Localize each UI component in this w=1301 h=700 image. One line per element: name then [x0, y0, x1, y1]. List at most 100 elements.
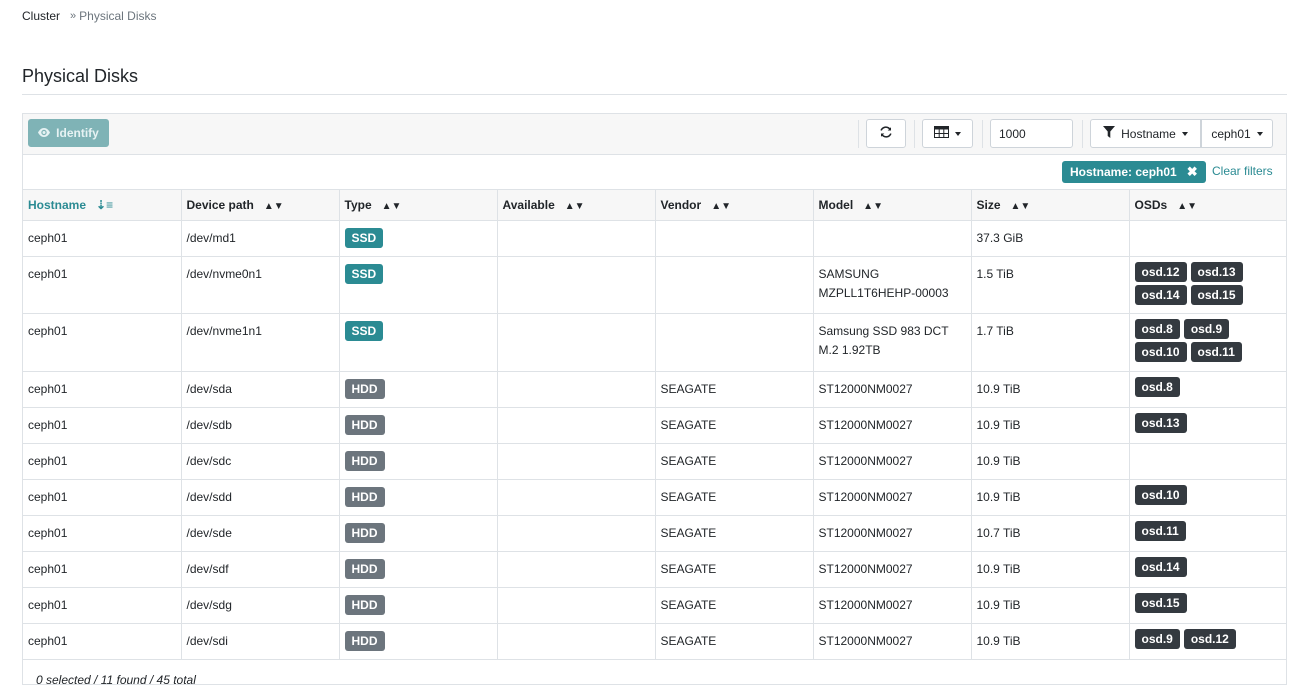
identify-button[interactable]: Identify — [28, 119, 109, 147]
disk-type-badge: SSD — [344, 227, 384, 248]
table-row[interactable]: ceph01/dev/sdg HDD SEAGATE ST12000NM0027 10.… — [23, 587, 1286, 624]
breadcrumb-cluster-link[interactable]: Cluster — [22, 9, 60, 23]
cell-size-text: 1.7 TiB — [976, 323, 1014, 338]
column-selector-dropdown[interactable] — [922, 119, 973, 148]
osd-badge: osd.13 — [1190, 261, 1243, 282]
eye-icon — [38, 126, 51, 140]
cell-hostname-text: ceph01 — [28, 597, 68, 612]
cell-model-text: SAMSUNG MZPLL1T6HEHP-00003 — [818, 266, 949, 300]
cell-osds: osd.9 osd.12 — [1129, 623, 1286, 660]
osd-badge: osd.8 — [1134, 318, 1180, 339]
disk-type-badge: HDD — [344, 630, 385, 651]
cell-size: 10.9 TiB — [971, 551, 1130, 588]
cell-hostname: ceph01 — [23, 515, 182, 552]
cell-osds: osd.12 osd.13 osd.14 osd.15 — [1129, 256, 1286, 314]
breadcrumb: Cluster » Physical Disks — [22, 9, 157, 23]
filter-value-dropdown[interactable]: ceph01 — [1201, 119, 1273, 148]
cell-device-path-text: /dev/nvme1n1 — [186, 323, 262, 338]
cell-hostname: ceph01 — [23, 479, 182, 516]
cell-model-text: ST12000NM0027 — [818, 525, 913, 540]
active-filter-chip[interactable]: Hostname: ceph01 ✖ — [1062, 161, 1206, 183]
cell-device-path-text: /dev/md1 — [186, 230, 236, 245]
cell-type: HDD — [339, 407, 498, 444]
cell-model: ST12000NM0027 — [813, 623, 972, 660]
table-row[interactable]: ceph01/dev/sdf HDD SEAGATE ST12000NM0027 10.… — [23, 551, 1286, 588]
cell-hostname-text: ceph01 — [28, 266, 68, 281]
cell-size-text: 10.9 TiB — [976, 561, 1021, 576]
cell-hostname-text: ceph01 — [28, 230, 68, 245]
table-row[interactable]: ceph01/dev/sdd HDD SEAGATE ST12000NM0027 10.… — [23, 479, 1286, 516]
osd-badge-list: osd.11 — [1134, 520, 1255, 541]
identify-label: Identify — [56, 126, 99, 140]
page-limit-input[interactable] — [990, 119, 1073, 148]
column-header-size[interactable]: Size ▲▼ — [971, 190, 1130, 221]
cell-available — [497, 371, 656, 408]
cell-type: HDD — [339, 371, 498, 408]
column-header-type[interactable]: Type ▲▼ — [339, 190, 498, 221]
cell-device-path: /dev/sdc — [181, 443, 340, 480]
column-header-model[interactable]: Model ▲▼ — [813, 190, 972, 221]
cell-hostname: ceph01 — [23, 313, 182, 372]
cell-device-path-text: /dev/sdf — [186, 561, 229, 576]
cell-hostname-text: ceph01 — [28, 323, 68, 338]
table-row[interactable]: ceph01/dev/sdi HDD SEAGATE ST12000NM0027 10.… — [23, 623, 1286, 660]
cell-size-text: 1.5 TiB — [976, 266, 1014, 281]
toolbar-divider — [982, 120, 983, 148]
cell-model-text: Samsung SSD 983 DCT M.2 1.92TB — [818, 323, 949, 357]
cell-model-text: ST12000NM0027 — [818, 597, 913, 612]
disk-type-badge: SSD — [344, 320, 384, 341]
table-row[interactable]: ceph01/dev/md1 SSD 37.3 GiB — [23, 220, 1286, 257]
cell-size-text: 10.7 TiB — [976, 525, 1021, 540]
cell-vendor-text: SEAGATE — [660, 525, 717, 540]
osd-badge-list: osd.10 — [1134, 484, 1255, 505]
cell-size: 10.9 TiB — [971, 587, 1130, 624]
column-header-osds[interactable]: OSDs ▲▼ — [1129, 190, 1286, 221]
cell-vendor-text: SEAGATE — [660, 381, 717, 396]
cell-size-text: 10.9 TiB — [976, 453, 1021, 468]
remove-filter-icon[interactable]: ✖ — [1187, 164, 1198, 180]
cell-hostname: ceph01 — [23, 587, 182, 624]
cell-vendor-text: SEAGATE — [660, 633, 717, 648]
column-header-vendor[interactable]: Vendor ▲▼ — [655, 190, 814, 221]
filter-value-label: ceph01 — [1211, 126, 1251, 141]
table-row[interactable]: ceph01/dev/sdb HDD SEAGATE ST12000NM0027 10.… — [23, 407, 1286, 444]
cell-vendor — [655, 256, 814, 314]
cell-osds: osd.14 — [1129, 551, 1286, 588]
cell-vendor-text: SEAGATE — [660, 597, 717, 612]
cell-osds: osd.8 osd.9 osd.10 osd.11 — [1129, 313, 1286, 372]
cell-size-text: 10.9 TiB — [976, 381, 1021, 396]
column-header-label: Device path — [186, 197, 254, 212]
column-header-label: Available — [502, 197, 555, 212]
cell-size: 1.5 TiB — [971, 256, 1130, 314]
osd-badge-list: osd.13 — [1134, 412, 1255, 433]
table-row[interactable]: ceph01/dev/nvme1n1 SSD Samsung SSD 983 DCT… — [23, 313, 1286, 372]
disk-type-badge: HDD — [344, 486, 385, 507]
table-row[interactable]: ceph01/dev/nvme0n1 SSD SAMSUNG MZPLL1T6HEH… — [23, 256, 1286, 314]
filter-field-dropdown[interactable]: Hostname — [1090, 119, 1201, 148]
column-header-hostname[interactable]: Hostname ⇣≡ — [23, 190, 182, 221]
column-header-label: Hostname — [28, 197, 87, 212]
table-row[interactable]: ceph01/dev/sdc HDD SEAGATE ST12000NM0027 10.… — [23, 443, 1286, 480]
chevron-down-icon — [1181, 131, 1188, 136]
disks-table: Hostname ⇣≡ Device path ▲▼ Type ▲▼ Availabl… — [23, 190, 1286, 660]
column-header-label: OSDs — [1134, 197, 1168, 212]
cell-hostname: ceph01 — [23, 371, 182, 408]
cell-device-path: /dev/sde — [181, 515, 340, 552]
cell-type: HDD — [339, 623, 498, 660]
cell-model: Samsung SSD 983 DCT M.2 1.92TB — [813, 313, 972, 372]
cell-hostname: ceph01 — [23, 256, 182, 314]
cell-vendor: SEAGATE — [655, 623, 814, 660]
cell-size-text: 10.9 TiB — [976, 597, 1021, 612]
column-header-device-path[interactable]: Device path ▲▼ — [181, 190, 340, 221]
cell-model: ST12000NM0027 — [813, 551, 972, 588]
table-row[interactable]: ceph01/dev/sda HDD SEAGATE ST12000NM0027 10.… — [23, 371, 1286, 408]
disk-type-badge: HDD — [344, 558, 385, 579]
column-header-available[interactable]: Available ▲▼ — [497, 190, 656, 221]
sort-icon: ▲▼ — [863, 200, 883, 212]
clear-filters-link[interactable]: Clear filters — [1212, 164, 1273, 178]
cell-device-path-text: /dev/sdg — [186, 597, 232, 612]
table-row[interactable]: ceph01/dev/sde HDD SEAGATE ST12000NM0027 10.… — [23, 515, 1286, 552]
osd-badge-list: osd.14 — [1134, 556, 1255, 577]
refresh-button[interactable] — [866, 119, 906, 148]
cell-device-path: /dev/nvme1n1 — [181, 313, 340, 372]
